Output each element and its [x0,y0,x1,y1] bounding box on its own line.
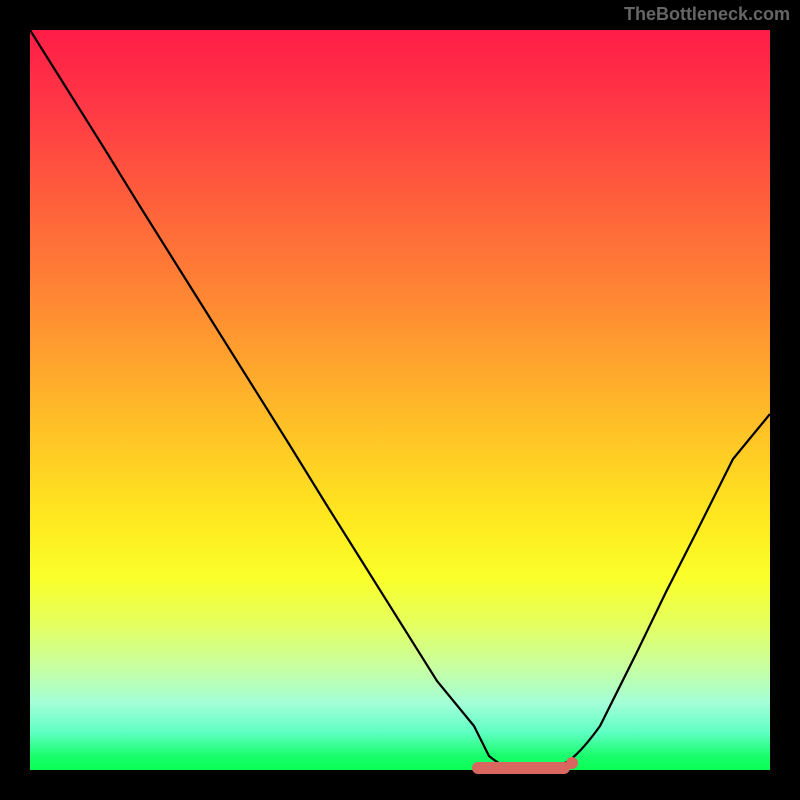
bottleneck-curve-svg [30,30,770,770]
watermark-text: TheBottleneck.com [624,4,790,25]
highlight-end-dot [566,757,578,769]
optimal-range-highlight [472,762,570,774]
bottleneck-curve-path [30,30,770,769]
